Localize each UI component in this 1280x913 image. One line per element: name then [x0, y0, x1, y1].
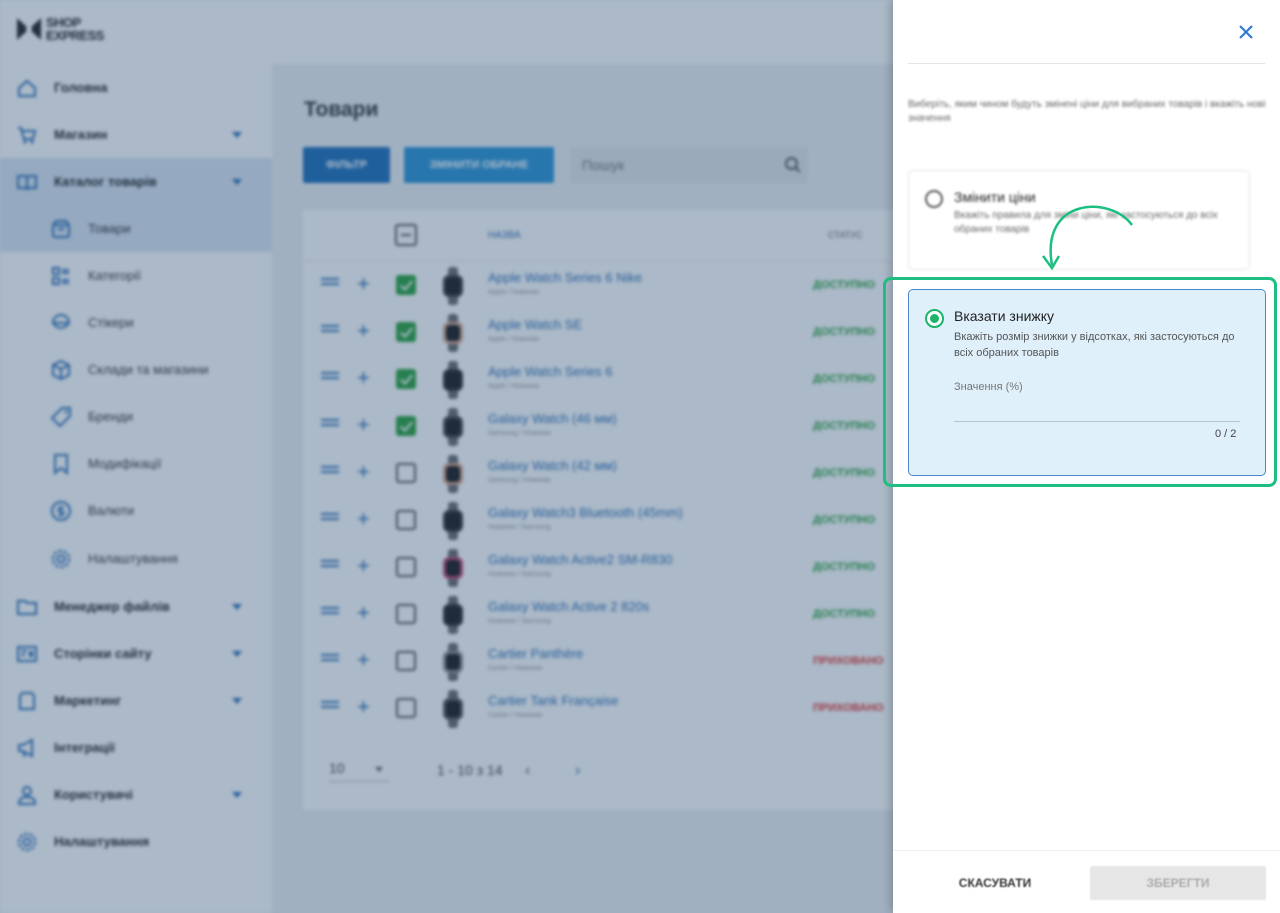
drawer-footer-divider [893, 850, 1280, 851]
change-prices-title: Змінити ціни [954, 189, 1036, 205]
save-button[interactable]: ЗБЕРЕГТИ [1090, 866, 1266, 900]
modal-scrim[interactable] [0, 0, 893, 913]
curved-arrow-icon [1042, 205, 1134, 271]
change-prices-radio[interactable] [925, 190, 943, 208]
highlight-frame [883, 277, 1277, 487]
close-icon[interactable] [1234, 20, 1258, 44]
cancel-button[interactable]: СКАСУВАТИ [933, 866, 1057, 900]
drawer-instruction: Виберіть, яким чином будуть змінені ціни… [908, 99, 1266, 124]
drawer-divider [908, 63, 1265, 64]
